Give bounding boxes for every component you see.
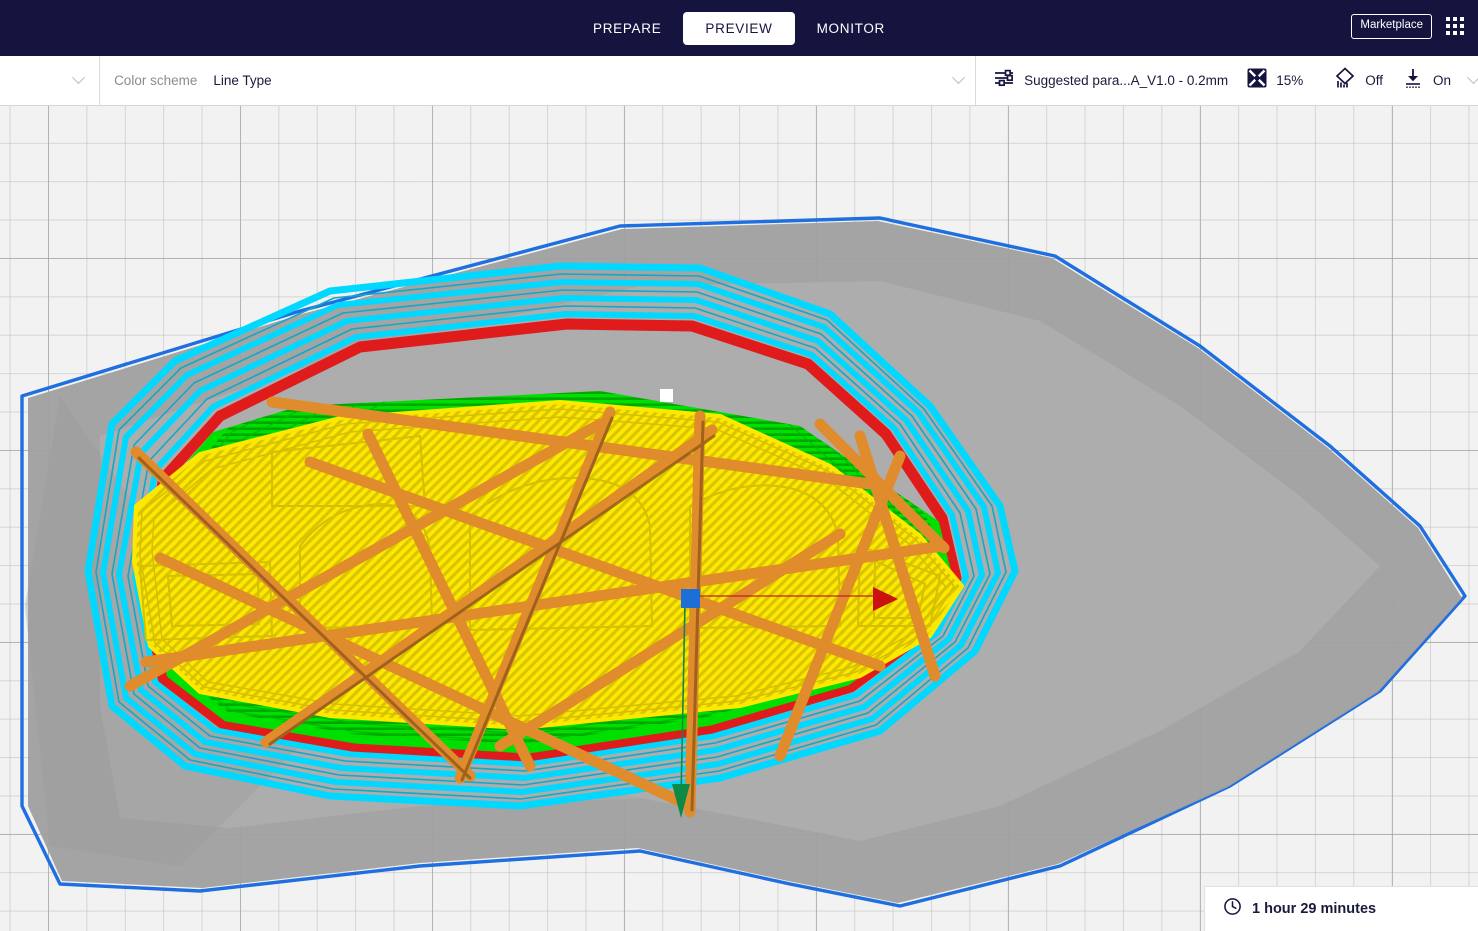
cura-preview-window: PREPARE PREVIEW MONITOR Marketplace Colo… (0, 0, 1478, 931)
build-plate-adhesion-icon (1401, 66, 1425, 95)
support-value: Off (1365, 73, 1383, 88)
stage-tabs: PREPARE PREVIEW MONITOR (571, 12, 907, 45)
print-settings-summary: Suggested para...A_V1.0 - 0.2mm 15% (976, 56, 1478, 105)
chevron-down-icon[interactable] (1467, 71, 1478, 84)
print-profile-item[interactable]: Suggested para...A_V1.0 - 0.2mm (992, 66, 1228, 95)
clock-icon (1223, 897, 1242, 921)
toolbar-overflow[interactable] (1469, 76, 1478, 85)
print-time-badge: 1 hour 29 minutes (1204, 886, 1478, 931)
preview-toolbar: Color scheme Line Type Suggested para...… (0, 56, 1478, 106)
adhesion-item[interactable]: On (1401, 66, 1451, 95)
3d-preview-viewport[interactable] (0, 106, 1478, 931)
support-structure-icon (1333, 66, 1357, 95)
chevron-down-icon[interactable] (72, 71, 85, 84)
tab-monitor[interactable]: MONITOR (795, 12, 907, 45)
sliced-model-scene (0, 106, 1478, 931)
tab-preview[interactable]: PREVIEW (683, 12, 794, 45)
print-time-value: 1 hour 29 minutes (1252, 901, 1376, 917)
view-selector[interactable] (0, 56, 100, 105)
build-plate-origin-marker (681, 589, 700, 608)
sliders-icon (992, 66, 1016, 95)
infill-value: 15% (1276, 73, 1303, 88)
chevron-down-icon[interactable] (952, 71, 965, 84)
color-scheme-selector[interactable]: Color scheme Line Type (100, 56, 976, 105)
infill-grid-icon (1246, 67, 1268, 94)
top-navigation-bar: PREPARE PREVIEW MONITOR Marketplace (0, 0, 1478, 56)
color-scheme-label: Color scheme (114, 73, 197, 88)
infill-item[interactable]: 15% (1246, 67, 1303, 94)
tab-prepare[interactable]: PREPARE (571, 12, 683, 45)
support-item[interactable]: Off (1333, 66, 1383, 95)
color-scheme-value: Line Type (213, 73, 271, 88)
adhesion-value: On (1433, 73, 1451, 88)
layer-seam-marker (660, 389, 673, 402)
print-profile-value: Suggested para...A_V1.0 - 0.2mm (1024, 73, 1228, 88)
marketplace-button[interactable]: Marketplace (1351, 14, 1432, 39)
app-grid-icon[interactable] (1446, 16, 1470, 40)
